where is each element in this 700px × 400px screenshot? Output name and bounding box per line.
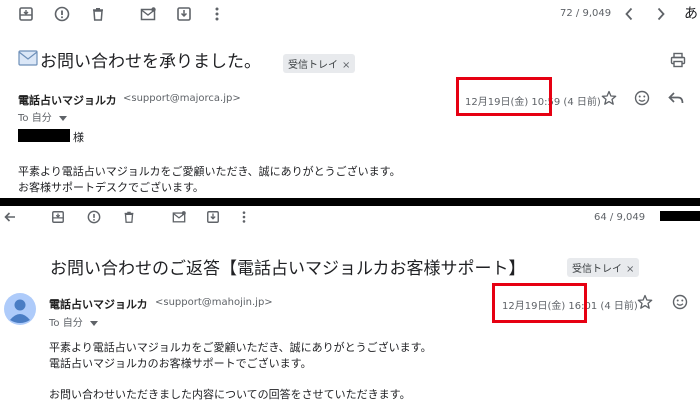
body-line-2: 電話占いマジョルカのお客様サポートでございます。	[49, 357, 312, 370]
toolbar-edge-bar	[660, 211, 700, 221]
emoji-reaction-icon[interactable]	[634, 90, 650, 106]
star-icon[interactable]	[601, 90, 617, 106]
inbox-label-text: 受信トレイ	[288, 60, 338, 71]
remove-label-icon[interactable]: ×	[626, 264, 634, 275]
inbox-label-chip[interactable]: 受信トレイ ×	[567, 258, 640, 277]
body-line-4: お問い合わせいただきました内容についての回答をさせていただきます。	[49, 388, 411, 400]
delete-icon[interactable]	[122, 210, 136, 224]
sender-avatar[interactable]	[4, 293, 36, 325]
inbox-label-chip[interactable]: 受信トレイ ×	[283, 54, 356, 73]
email-subject: お問い合わせを承りました。	[40, 52, 261, 72]
more-vert-icon[interactable]	[241, 210, 247, 224]
recipient-honorific: 様	[73, 131, 84, 144]
message-counter: 64 / 9,049	[594, 212, 646, 223]
remove-label-icon[interactable]: ×	[342, 60, 350, 71]
envelope-icon	[18, 50, 38, 66]
sender-name[interactable]: 電話占いマジョルカ	[18, 92, 117, 108]
reply-icon[interactable]	[668, 91, 684, 105]
recipient-to-me-text: To 自分	[18, 113, 52, 124]
recipient-to-me-text: To 自分	[49, 318, 83, 329]
date-highlight-box	[456, 77, 552, 116]
mark-unread-icon[interactable]	[172, 210, 186, 224]
screenshot-divider	[0, 198, 700, 206]
archive-icon[interactable]	[18, 6, 34, 22]
delete-icon[interactable]	[90, 6, 106, 22]
recipient-to-me[interactable]: To 自分	[49, 314, 98, 329]
sender-email: <support@mahojin.jp>	[155, 297, 273, 308]
recipient-to-me[interactable]: To 自分	[18, 109, 67, 124]
report-spam-icon[interactable]	[54, 6, 70, 22]
newer-chevron-left-icon[interactable]	[624, 7, 634, 21]
chevron-down-icon[interactable]	[89, 320, 98, 326]
email-subject: お問い合わせのご返答【電話占いマジョルカお客様サポート】	[50, 259, 526, 279]
move-to-icon[interactable]	[176, 6, 192, 22]
recipient-name-redaction	[18, 129, 70, 142]
sender-email: <support@majorca.jp>	[123, 93, 241, 104]
body-line-1: 平素より電話占いマジョルカをご愛顧いただき、誠にありがとうございます。	[49, 341, 432, 354]
mark-unread-icon[interactable]	[140, 6, 156, 22]
date-highlight-box	[492, 283, 587, 323]
back-arrow-icon[interactable]	[4, 211, 16, 223]
message-counter: 72 / 9,049	[560, 8, 612, 19]
more-vert-icon[interactable]	[214, 6, 220, 22]
body-line-1: 平素より電話占いマジョルカをご愛顧いただき、誠にありがとうございます。	[18, 165, 401, 178]
report-spam-icon[interactable]	[87, 210, 101, 224]
inbox-label-text: 受信トレイ	[572, 264, 622, 275]
older-chevron-right-icon[interactable]	[656, 7, 666, 21]
chevron-down-icon[interactable]	[58, 115, 67, 121]
body-line-2: お客様サポートデスクでございます。	[18, 181, 204, 194]
print-icon[interactable]	[670, 52, 686, 68]
sender-name[interactable]: 電話占いマジョルカ	[49, 296, 148, 312]
move-to-icon[interactable]	[206, 210, 220, 224]
star-icon[interactable]	[637, 294, 653, 310]
archive-icon[interactable]	[51, 210, 65, 224]
input-method-indicator[interactable]: あ	[684, 3, 698, 23]
emoji-reaction-icon[interactable]	[672, 294, 688, 310]
